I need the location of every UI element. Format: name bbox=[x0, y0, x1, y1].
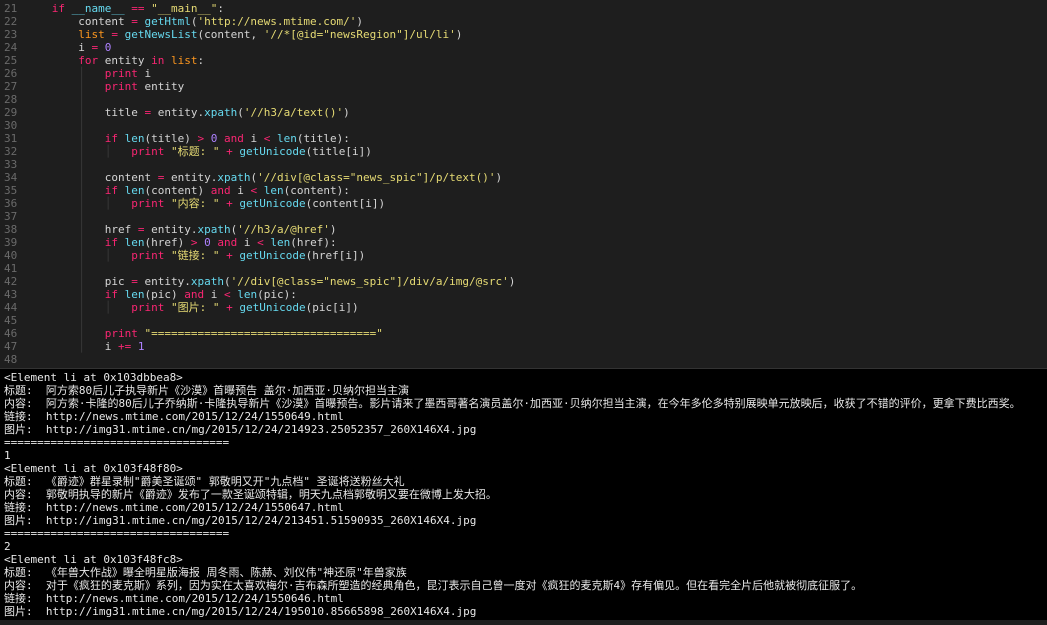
line-number: 48 bbox=[4, 353, 17, 366]
code-line[interactable]: │ bbox=[25, 262, 1047, 275]
line-number: 23 bbox=[4, 28, 17, 41]
line-number: 29 bbox=[4, 106, 17, 119]
code-line[interactable]: │ │ print "链接: " + getUnicode(href[i]) bbox=[25, 249, 1047, 262]
line-number: 30 bbox=[4, 119, 17, 132]
line-number: 24 bbox=[4, 41, 17, 54]
terminal-line: ================================== bbox=[4, 436, 1043, 449]
code-line[interactable]: │ bbox=[25, 314, 1047, 327]
code-line[interactable]: │ print entity bbox=[25, 80, 1047, 93]
code-line[interactable]: │ if len(content) and i < len(content): bbox=[25, 184, 1047, 197]
line-number: 41 bbox=[4, 262, 17, 275]
line-number: 43 bbox=[4, 288, 17, 301]
line-number: 26 bbox=[4, 67, 17, 80]
code-line[interactable]: │ │ print "标题: " + getUnicode(title[i]) bbox=[25, 145, 1047, 158]
terminal-line: 链接: http://news.mtime.com/2015/12/24/155… bbox=[4, 501, 1043, 514]
terminal-line: 标题: 阿方索80后儿子执导新片《沙漠》首曝预告 盖尔·加西亚·贝纳尔担当主演 bbox=[4, 384, 1043, 397]
line-number: 34 bbox=[4, 171, 17, 184]
code-line[interactable]: list = getNewsList(content, '//*[@id="ne… bbox=[25, 28, 1047, 41]
line-number: 47 bbox=[4, 340, 17, 353]
terminal-line: 图片: http://img31.mtime.cn/mg/2015/12/24/… bbox=[4, 605, 1043, 618]
code-line[interactable]: │ i += 1 bbox=[25, 340, 1047, 353]
terminal-line: <Element li at 0x103f48f80> bbox=[4, 462, 1043, 475]
code-area[interactable]: if __name__ == "__main__": content = get… bbox=[25, 0, 1047, 368]
line-number: 33 bbox=[4, 158, 17, 171]
code-line[interactable]: │ if len(title) > 0 and i < len(title): bbox=[25, 132, 1047, 145]
code-line[interactable]: │ bbox=[25, 93, 1047, 106]
terminal-line: 图片: http://img31.mtime.cn/mg/2015/12/24/… bbox=[4, 514, 1043, 527]
code-line[interactable]: │ bbox=[25, 119, 1047, 132]
line-number: 21 bbox=[4, 2, 17, 15]
code-line[interactable]: │ pic = entity.xpath('//div[@class="news… bbox=[25, 275, 1047, 288]
terminal-line: 1 bbox=[4, 449, 1043, 462]
terminal-line: 内容: 郭敬明执导的新片《爵迹》发布了一款圣诞颂特辑，明天九点档郭敬明又要在微博… bbox=[4, 488, 1043, 501]
code-line[interactable]: i = 0 bbox=[25, 41, 1047, 54]
line-number: 35 bbox=[4, 184, 17, 197]
terminal-line: <Element li at 0x103dbbea8> bbox=[4, 371, 1043, 384]
line-number: 40 bbox=[4, 249, 17, 262]
terminal-line: 链接: http://news.mtime.com/2015/12/24/155… bbox=[4, 592, 1043, 605]
code-line[interactable]: │ content = entity.xpath('//div[@class="… bbox=[25, 171, 1047, 184]
code-line[interactable]: │ print "===============================… bbox=[25, 327, 1047, 340]
line-number: 42 bbox=[4, 275, 17, 288]
code-line[interactable]: │ href = entity.xpath('//h3/a/@href') bbox=[25, 223, 1047, 236]
terminal-line: 标题: 《爵迹》群星录制"爵美圣诞颂" 郭敬明又开"九点档" 圣诞将送粉丝大礼 bbox=[4, 475, 1043, 488]
line-number: 38 bbox=[4, 223, 17, 236]
line-number: 27 bbox=[4, 80, 17, 93]
terminal-line: 标题: 《年兽大作战》曝全明星版海报 周冬雨、陈赫、刘仪伟"神还原"年兽家族 bbox=[4, 566, 1043, 579]
line-number: 32 bbox=[4, 145, 17, 158]
code-line[interactable]: │ bbox=[25, 210, 1047, 223]
line-number: 37 bbox=[4, 210, 17, 223]
line-number: 22 bbox=[4, 15, 17, 28]
code-line[interactable]: │ if len(href) > 0 and i < len(href): bbox=[25, 236, 1047, 249]
code-line[interactable]: │ │ print "内容: " + getUnicode(content[i]… bbox=[25, 197, 1047, 210]
line-number: 44 bbox=[4, 301, 17, 314]
code-line[interactable]: │ bbox=[25, 158, 1047, 171]
code-line[interactable]: content = getHtml('http://news.mtime.com… bbox=[25, 15, 1047, 28]
terminal-line: 内容: 阿方索·卡隆的80后儿子乔纳斯·卡隆执导新片《沙漠》首曝预告。影片请来了… bbox=[4, 397, 1043, 410]
line-number: 45 bbox=[4, 314, 17, 327]
code-line[interactable]: │ print i bbox=[25, 67, 1047, 80]
code-line[interactable] bbox=[25, 353, 1047, 366]
terminal-output[interactable]: <Element li at 0x103dbbea8>标题: 阿方索80后儿子执… bbox=[0, 368, 1047, 620]
line-number: 25 bbox=[4, 54, 17, 67]
terminal-line: 内容: 对于《疯狂的麦克斯》系列，因为实在太喜欢梅尔·吉布森所塑造的经典角色，昆… bbox=[4, 579, 1043, 592]
terminal-line: ================================== bbox=[4, 527, 1043, 540]
terminal-line: <Element li at 0x103f48fc8> bbox=[4, 553, 1043, 566]
terminal-line: 图片: http://img31.mtime.cn/mg/2015/12/24/… bbox=[4, 423, 1043, 436]
code-line[interactable]: if __name__ == "__main__": bbox=[25, 2, 1047, 15]
code-editor[interactable]: 2122232425262728293031323334353637383940… bbox=[0, 0, 1047, 368]
code-line[interactable]: │ if len(pic) and i < len(pic): bbox=[25, 288, 1047, 301]
line-number: 46 bbox=[4, 327, 17, 340]
terminal-line: 链接: http://news.mtime.com/2015/12/24/155… bbox=[4, 410, 1043, 423]
line-number: 36 bbox=[4, 197, 17, 210]
line-number-gutter: 2122232425262728293031323334353637383940… bbox=[0, 0, 25, 368]
code-line[interactable]: │ title = entity.xpath('//h3/a/text()') bbox=[25, 106, 1047, 119]
line-number: 39 bbox=[4, 236, 17, 249]
line-number: 31 bbox=[4, 132, 17, 145]
code-line[interactable]: for entity in list: bbox=[25, 54, 1047, 67]
code-line[interactable]: │ │ print "图片: " + getUnicode(pic[i]) bbox=[25, 301, 1047, 314]
line-number: 28 bbox=[4, 93, 17, 106]
terminal-line: 2 bbox=[4, 540, 1043, 553]
